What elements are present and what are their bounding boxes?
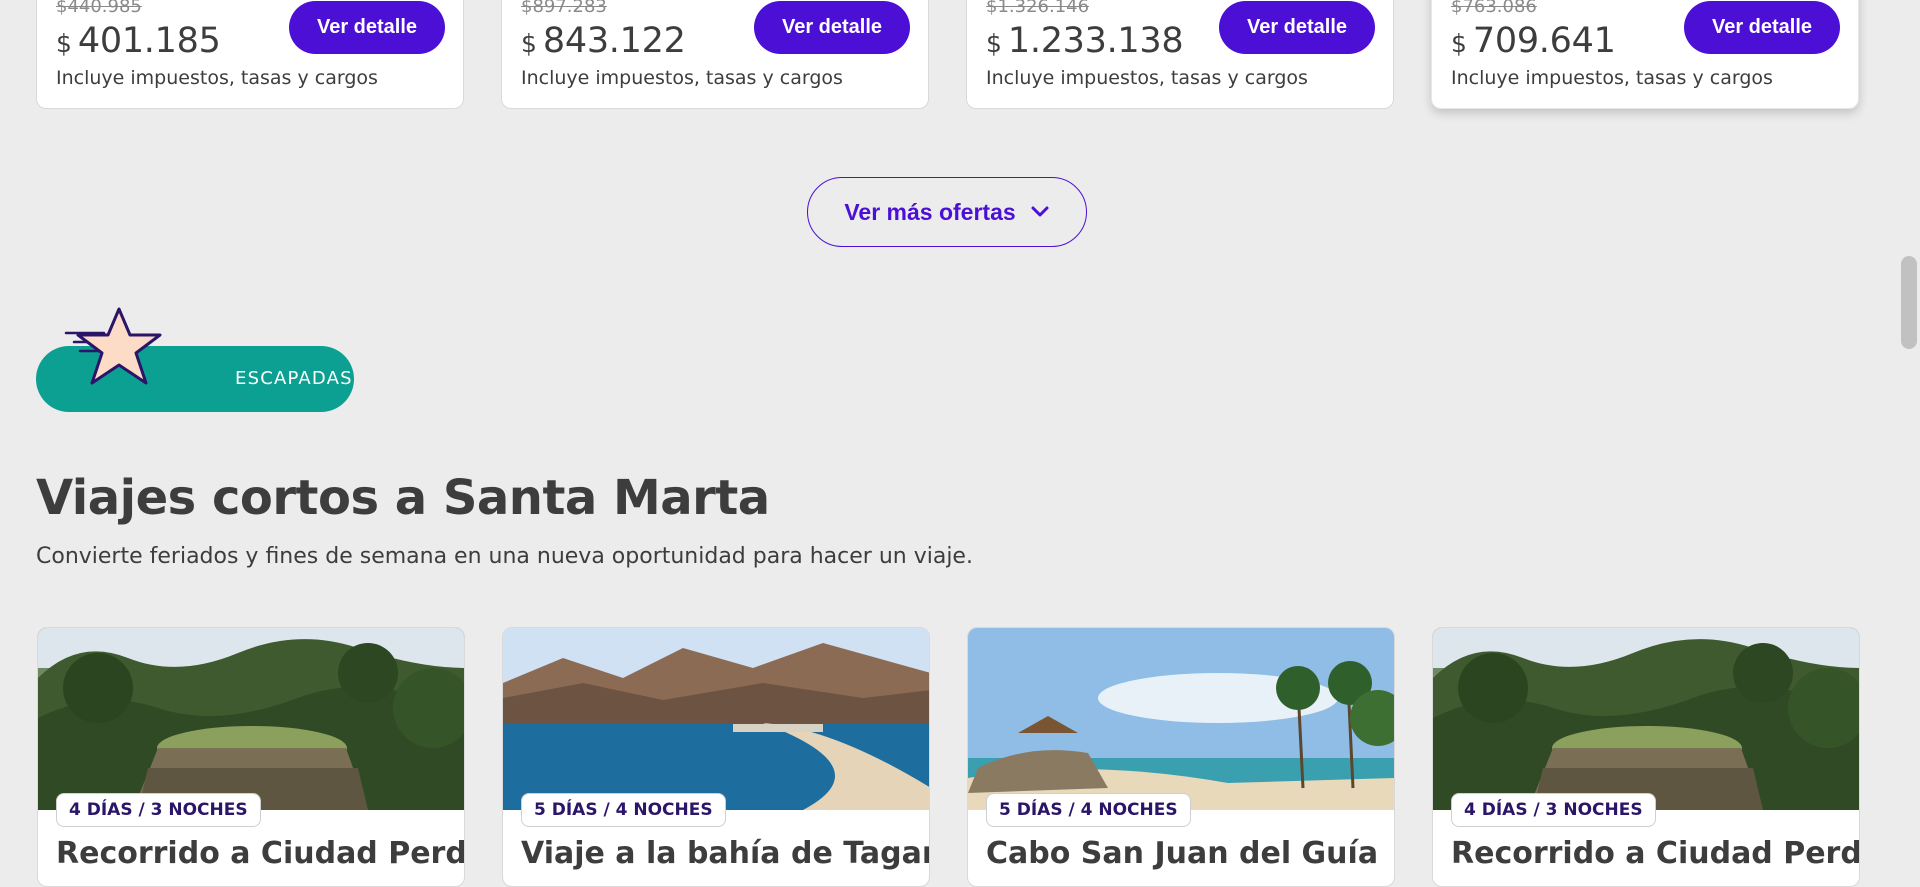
trip-card[interactable]: 5 DÍAS / 4 NOCHES Viaje a la bahía de Ta…	[502, 627, 930, 887]
price-amount: 401.185	[77, 21, 221, 61]
duration-chip: 4 DÍAS / 3 NOCHES	[1451, 793, 1656, 827]
old-price: $897.283	[521, 0, 607, 17]
price-line: $1.233.138	[986, 21, 1184, 67]
trip-title: Cabo San Juan del Guía	[986, 836, 1379, 871]
price-note: Incluye impuestos, tasas y cargos	[1451, 67, 1773, 89]
jungle-ruins-photo	[1433, 628, 1859, 810]
trip-title: Recorrido a Ciudad Perdida	[1451, 836, 1860, 871]
section-title: Viajes cortos a Santa Marta	[36, 470, 770, 526]
old-price: $763.086	[1451, 0, 1537, 17]
price-note: Incluye impuestos, tasas y cargos	[986, 67, 1308, 89]
star-icon	[64, 307, 162, 385]
trip-card[interactable]: 5 DÍAS / 4 NOCHES Cabo San Juan del Guía	[967, 627, 1395, 887]
price-note: Incluye impuestos, tasas y cargos	[521, 67, 843, 89]
chevron-down-icon	[1031, 206, 1049, 217]
price-amount: 709.641	[1472, 21, 1616, 61]
more-offers-label: Ver más ofertas	[844, 198, 1016, 225]
price-note: Incluye impuestos, tasas y cargos	[56, 67, 378, 89]
ver-detalle-button[interactable]: Ver detalle	[1684, 1, 1840, 54]
old-price: $440.985	[56, 0, 142, 17]
ver-detalle-button[interactable]: Ver detalle	[289, 1, 445, 54]
duration-chip: 4 DÍAS / 3 NOCHES	[56, 793, 261, 827]
price-line: $709.641	[1451, 21, 1616, 67]
price-amount: 1.233.138	[1007, 21, 1184, 61]
price-line: $401.185	[56, 21, 221, 67]
trip-title: Recorrido a Ciudad Perdida	[56, 836, 465, 871]
price-line: $843.122	[521, 21, 686, 67]
currency-symbol: $	[986, 29, 1002, 58]
section-subtitle: Convierte feriados y fines de semana en …	[36, 544, 973, 569]
duration-chip: 5 DÍAS / 4 NOCHES	[986, 793, 1191, 827]
currency-symbol: $	[56, 29, 72, 58]
price-amount: 843.122	[542, 21, 686, 61]
offer-card: $440.985 $401.185 Incluye impuestos, tas…	[36, 0, 464, 109]
trip-card[interactable]: 4 DÍAS / 3 NOCHES Recorrido a Ciudad Per…	[37, 627, 465, 887]
offers-row: $440.985 $401.185 Incluye impuestos, tas…	[36, 0, 1860, 109]
offer-card: $1.326.146 $1.233.138 Incluye impuestos,…	[966, 0, 1394, 109]
offer-card: $897.283 $843.122 Incluye impuestos, tas…	[501, 0, 929, 109]
currency-symbol: $	[1451, 29, 1467, 58]
palm-beach-photo	[968, 628, 1394, 810]
currency-symbol: $	[521, 29, 537, 58]
jungle-ruins-photo	[38, 628, 464, 810]
bay-beach-photo	[503, 628, 929, 810]
ver-detalle-button[interactable]: Ver detalle	[754, 1, 910, 54]
ver-detalle-button[interactable]: Ver detalle	[1219, 1, 1375, 54]
trip-title: Viaje a la bahía de Taganga	[521, 836, 929, 871]
scrollbar-thumb[interactable]	[1901, 256, 1917, 349]
offer-card: $763.086 $709.641 Incluye impuestos, tas…	[1431, 0, 1859, 109]
scrollbar[interactable]	[1898, 0, 1920, 849]
badge-label: ESCAPADAS	[235, 368, 353, 389]
trip-card[interactable]: 4 DÍAS / 3 NOCHES Recorrido a Ciudad Per…	[1432, 627, 1860, 887]
old-price: $1.326.146	[986, 0, 1090, 17]
duration-chip: 5 DÍAS / 4 NOCHES	[521, 793, 726, 827]
more-offers-button[interactable]: Ver más ofertas	[807, 177, 1087, 247]
